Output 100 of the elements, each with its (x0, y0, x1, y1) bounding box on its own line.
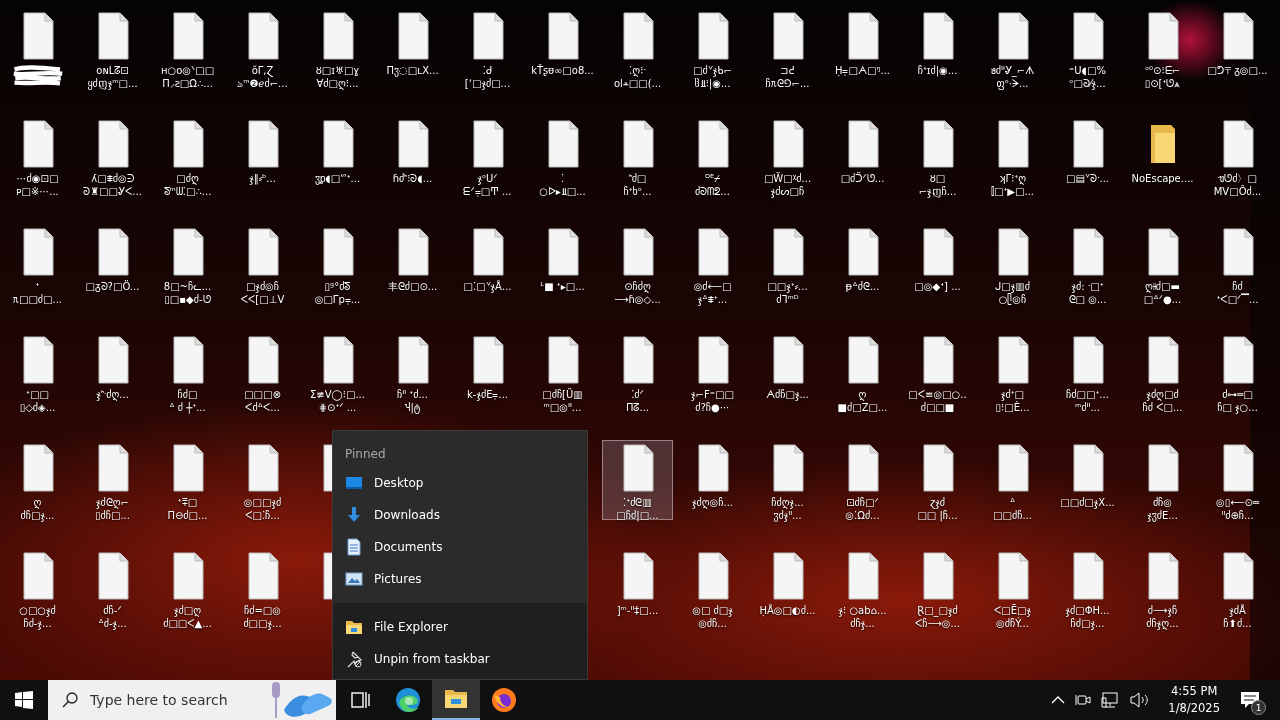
file-shortcut[interactable]: ჯძღ◎ჩ... (677, 440, 748, 520)
file-shortcut[interactable]: ჩძ□□ᐩ... ᵐძᐦ... (1052, 332, 1123, 412)
file-shortcut[interactable]: ⁚ᐩძᘓ▥ □ჩძ|□... (602, 440, 673, 520)
file-shortcut[interactable]: □□□⊗ ᐸძᐞᐸ... (227, 332, 298, 412)
network-icon[interactable] (1101, 692, 1120, 708)
file-shortcut[interactable]: ᥓᘎძ〉□ Mᐯ□Ôძ... (1202, 116, 1273, 196)
file-shortcut[interactable]: ŏᒥ,Ɀ ঌᵐ❷ℯძ⌐... (227, 8, 298, 88)
file-shortcut[interactable]: □Ẅ□ᵡძ... ჯძᔕ□ჩ (752, 116, 823, 196)
file-shortcut[interactable]: ჩძღჯ... ჳძჯᐦ... (752, 440, 823, 520)
menu-item[interactable]: Unpin from taskbar (333, 643, 587, 675)
file-shortcut[interactable]: ◎ძ⟵□ ჯᐞ⩨ᐩ... (677, 224, 748, 304)
file-shortcut[interactable]: Σ≢V◯⁝□... ⋕⊙ᐩᐟ ... (302, 332, 373, 412)
file-shortcut[interactable]: ღ⫲ძ□▬ □ᐞᐟ●... (1127, 224, 1198, 304)
file-shortcut[interactable]: □⁚□ᘁჯÅ... (452, 224, 523, 304)
file-shortcut[interactable]: ⁚ ○ᐅ▸⫫□... (527, 116, 598, 196)
file-shortcut[interactable]: □□ჯᐩ⸗... ძᒣᵐᴰ (752, 224, 823, 304)
file-shortcut[interactable]: ʜ○o◎ᐠ□□ Π⸝ƨ□Ω∴... (152, 8, 223, 88)
chevron-up-icon[interactable] (1051, 695, 1066, 705)
file-shortcut[interactable]: ⁚ძᐟ Πᘔ... (602, 332, 673, 412)
file-shortcut[interactable]: ჩძ=□◎ ძ□□ჯ... (227, 548, 298, 628)
file-shortcut[interactable]: ]ᵐ-ᐦ‡□... (602, 548, 673, 628)
file-shortcut[interactable]: □ძᑒᐟᘎ... (827, 116, 898, 196)
file-shortcut[interactable]: □◎◆ᐩ] ... (902, 224, 973, 304)
file-shortcut[interactable]: ⊙ჩძღ ⟶ɦ◎◇... (602, 224, 673, 304)
file-shortcut[interactable]: ◎▯⟵⊙═ ᐦძ⊕ჩ... (1202, 440, 1273, 520)
file-shortcut[interactable]: ჩᐦ ᐩძ... Ⴣ|ტ (377, 332, 448, 412)
file-shortcut[interactable]: □ჯძ◎ჩ ᐸᐸ[□⊥V (227, 224, 298, 304)
camera-icon[interactable] (1075, 692, 1092, 708)
file-shortcut[interactable]: ჯ⌐F⁼□□ ძ?ჩ●⋯ (677, 332, 748, 412)
volume-icon[interactable] (1129, 692, 1150, 708)
file-shortcut[interactable]: ძჩ-ᐟ ᐞძ-ჯ... (77, 548, 148, 628)
file-shortcut[interactable]: ჯძ: ᐧ□ᐩ ᘓ□ ◎... (1052, 224, 1123, 304)
taskbar-app-button[interactable] (432, 680, 480, 720)
file-shortcut[interactable]: NoEscape.... (1127, 116, 1198, 196)
file-shortcut[interactable]: ᴼᴱ⌿ ძᘐᗰᘖ... (677, 116, 748, 196)
file-shortcut[interactable]: Ɽ□_□ჯძ ᐸჩ⟶◎... (902, 548, 973, 628)
file-shortcut[interactable]: ჯძ□ΦH... ჩძ□ჯ... (1052, 548, 1123, 628)
file-shortcut[interactable]: ჯძᘓღ⌐ ▯ძჩ□... (77, 440, 148, 520)
file-shortcut[interactable]: ჯ⁝ ○ab⌂... ძჩჯ... (827, 548, 898, 628)
menu-item[interactable]: Documents (333, 531, 587, 563)
file-shortcut[interactable]: ᵽᐞძᘓ... (827, 224, 898, 304)
file-shortcut[interactable]: ჯძᐩ□ ▯⁝□Ė... (977, 332, 1048, 412)
file-shortcut[interactable]: ჳᵱ◖□ᔥᐩ... (302, 116, 373, 196)
file-shortcut[interactable]: ᗅძჩ□ჯ... (752, 332, 823, 412)
search-input[interactable]: Type here to search (88, 691, 262, 709)
file-shortcut[interactable]: ⁼ᑌ◖□% ᵒ□ᘐ⁄ჯ... (1052, 8, 1123, 88)
file-shortcut[interactable]: ⋯ძ◉⊡□ ᴘ□※⋯... (2, 116, 73, 196)
file-shortcut[interactable]: k-ჯძE⩦... (452, 332, 523, 412)
file-shortcut[interactable]: ᐩ⩱□ Π⊖ძ□... (152, 440, 223, 520)
file-shortcut[interactable]: ▯ᵍ°ძᘕ ◎□Γp⩦... (302, 224, 373, 304)
file-shortcut[interactable]: ○□○ჯძ ჩძ-ჯ... (2, 548, 73, 628)
file-shortcut[interactable]: ჩᐩɪძ|◉... (902, 8, 973, 88)
file-shortcut[interactable]: □ძჩ[Ü▥ ᵐ□◎ᐦ... (527, 332, 598, 412)
file-shortcut[interactable]: ჩძ□ ᐞ ძ ┼ᐩ... (152, 332, 223, 412)
file-shortcut[interactable]: ᒻ■ ᐩ▸□... (527, 224, 598, 304)
file-shortcut[interactable]: ᑋძ□ ჩᐩხᵒ... (602, 116, 673, 196)
file-shortcut[interactable]: ჯ‖⸗ᵇ... (227, 116, 298, 196)
file-shortcut[interactable]: ⁚ღ⁝ᐧ ol⩡□□(... (602, 8, 673, 88)
file-shortcut[interactable]: ◎□□ჯძ ᐸ□⁚ჩ... (227, 440, 298, 520)
file-shortcut[interactable]: ɦძᑋ⁝ᘐ◖... (377, 116, 448, 196)
menu-item[interactable]: Desktop (333, 467, 587, 499)
search-field[interactable]: Type here to search (48, 680, 336, 720)
file-shortcut[interactable]: ɀჯძ □□ |ჩ... (902, 440, 973, 520)
file-shortcut[interactable]: 8□~ჩᓚ... ▯□▪◆ძ-ᘎ (152, 224, 223, 304)
file-shortcut[interactable]: ᒍ□ჯ▥ძ ○ᥫ◎ჩ (977, 224, 1048, 304)
file-shortcut[interactable]: ⊐ᕍ ჩᥰᘓ⅁⌐... (752, 8, 823, 88)
file-shortcut[interactable]: ჩძ ᐩᐸ□ᐟ▔... (1202, 224, 1273, 304)
file-shortcut[interactable]: ʎ□⩨ძ◎ᕭ ᘐ♜□□Ꮍᐸ... (77, 116, 148, 196)
file-shortcut[interactable]: ᐞ □□ძჩ... (977, 440, 1048, 520)
file-shortcut[interactable]: ȣ□ ⌐ჯញჩ... (902, 116, 973, 196)
file-shortcut[interactable]: □ძღ ᘕᵐᗯ⁚□∴... (152, 116, 223, 196)
file-shortcut[interactable]: ძჩ◎ ჯჳძE... (1127, 440, 1198, 520)
file-shortcut[interactable]: ⁚ᑯ [ʼ□ჯძ□... (452, 8, 523, 88)
file-shortcut[interactable]: ᥑძᐦᎽ_⌐ᗑ ფᵒ·ᗒ... (977, 8, 1048, 88)
file-shortcut[interactable]: ჯძ□ღ ძ□□ᐸ▲... (152, 548, 223, 628)
file-shortcut[interactable]: □□ძ□ჯX... (1052, 440, 1123, 520)
file-shortcut[interactable]: ძ⊶═□ ჩ□ ჯ○... (1202, 332, 1273, 412)
file-shortcut[interactable]: kŤʂᵿ∞□o8... (527, 8, 598, 88)
file-shortcut[interactable]: ღ ძჩ□ჯ... (2, 440, 73, 520)
file-shortcut[interactable]: ᐸ□Ē□ჯ ◎ძჩÝ... (977, 548, 1048, 628)
file-shortcut[interactable]: ◎□ ძ□ჯ ◎ძჩ... (677, 548, 748, 628)
file-shortcut[interactable]: □▤ᘁᘐᐧ... (1052, 116, 1123, 196)
file-shortcut[interactable]: ჯᑋᐧძღ... (77, 332, 148, 412)
menu-item[interactable]: Pictures (333, 563, 587, 595)
file-shortcut[interactable]: □ᕤ〒ᵹ◎□... (1202, 8, 1273, 88)
file-shortcut[interactable]: ⊡ძჩ□ᐟ ◎⁚Ωძ... (827, 440, 898, 520)
file-shortcut[interactable]: ȣ□ɪ♅□ɣ Ɐძ□ღ⁝... (302, 8, 373, 88)
file-shortcut[interactable]: ᐩ ᥰ□□ძ□... (2, 224, 73, 304)
file-shortcut[interactable]: ʞΓ⁝ᐩღ ⫿□ᐩ▶□... (977, 116, 1048, 196)
file-shortcut[interactable]: ḤÅ◎□◐ძ... (752, 548, 823, 628)
file-shortcut[interactable]: Ḥ⩦□ᗅ□ᵑ... (827, 8, 898, 88)
file-shortcut[interactable]: ღ ■ძ□Z□... (827, 332, 898, 412)
menu-item[interactable]: File Explorer (333, 611, 587, 643)
file-shortcut[interactable]: □ᐸ≡◎□○.. ძ□□■ (902, 332, 973, 412)
file-shortcut[interactable]: ჯᵒᑌᐟ ᗴᐟ⩦□Ͳ ... (452, 116, 523, 196)
menu-item[interactable]: Downloads (333, 499, 587, 531)
file-shortcut[interactable]: 丰ᘓძ□⊙... (377, 224, 448, 304)
file-shortcut[interactable]: ძ⟶ჯჩ ძჩჯღ... (1127, 548, 1198, 628)
file-shortcut[interactable]: ჯძÅ ჩ⬆ძ... (1202, 548, 1273, 628)
file-shortcut[interactable]: □ᵹᘐ?□Ö... (77, 224, 148, 304)
